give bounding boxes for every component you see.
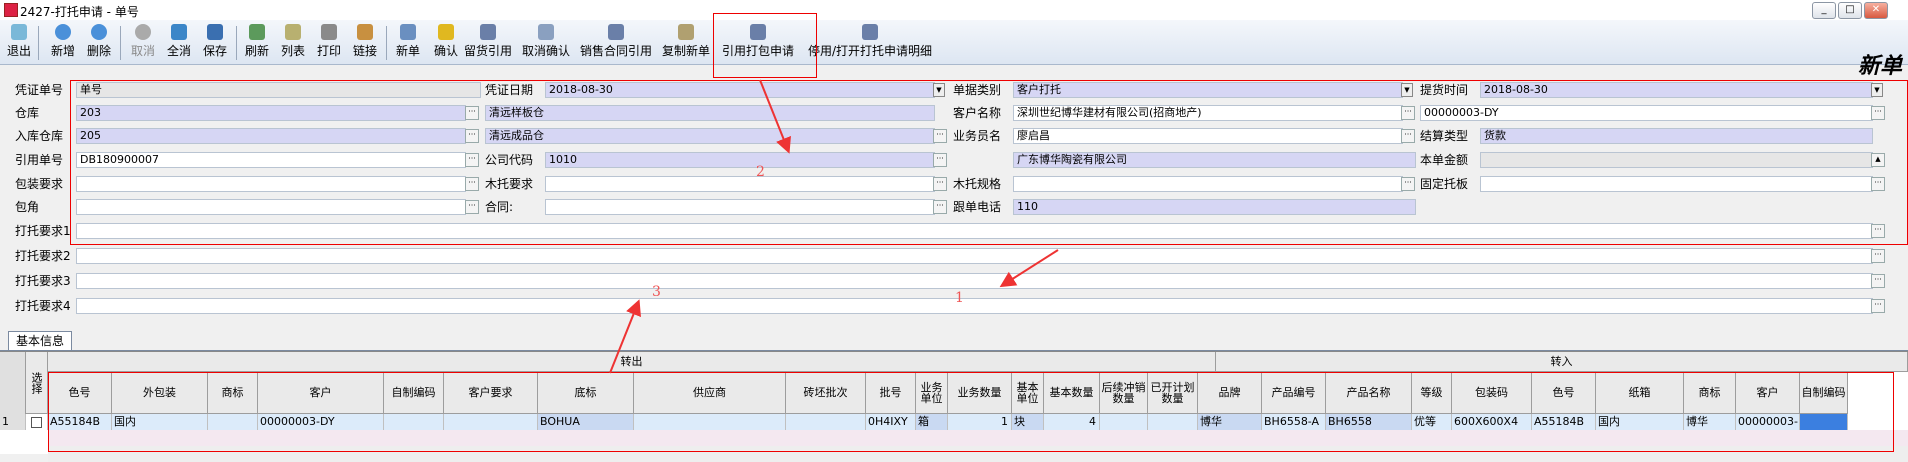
annotation-label-2: 2 — [756, 164, 765, 180]
annotation-label-1: 1 — [955, 290, 964, 306]
arrow-1 — [999, 249, 1059, 288]
arrow-2 — [759, 79, 791, 154]
annotation-label-3: 3 — [652, 284, 661, 300]
arrow-3 — [609, 299, 641, 374]
annotation-arrows — [609, 79, 1059, 374]
